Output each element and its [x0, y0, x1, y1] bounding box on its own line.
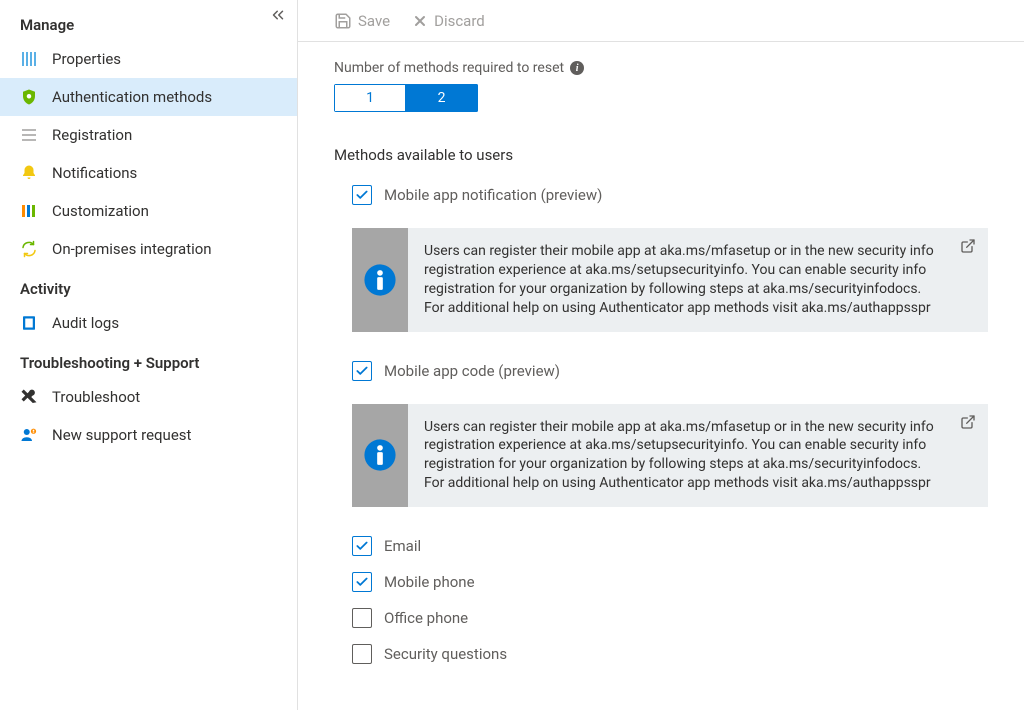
- book-icon: [20, 314, 38, 332]
- sidebar-section-activity: Activity: [0, 268, 297, 304]
- method-email: Email: [352, 531, 988, 561]
- info-text: Users can register their mobile app at a…: [408, 228, 988, 332]
- sidebar-item-label: New support request: [52, 426, 191, 444]
- method-mobile-app-code: Mobile app code (preview): [352, 356, 988, 386]
- bell-icon: [20, 164, 38, 182]
- method-office-phone: Office phone: [352, 603, 988, 633]
- method-label: Email: [384, 537, 421, 555]
- sidebar-item-customization[interactable]: Customization: [0, 192, 297, 230]
- save-button-label: Save: [358, 12, 390, 30]
- info-box-mobile-app-notification: Users can register their mobile app at a…: [352, 228, 988, 332]
- content-area: Number of methods required to reset i 1 …: [298, 42, 1024, 710]
- check-icon: [355, 188, 369, 202]
- popout-button[interactable]: [960, 238, 976, 258]
- methods-available-label: Methods available to users: [334, 146, 988, 164]
- popout-button[interactable]: [960, 414, 976, 434]
- popout-icon: [960, 238, 976, 254]
- discard-button-label: Discard: [434, 12, 485, 30]
- method-security-questions: Security questions: [352, 639, 988, 669]
- method-label: Mobile phone: [384, 573, 475, 591]
- method-mobile-app-notification: Mobile app notification (preview): [352, 180, 988, 210]
- sidebar-item-audit-logs[interactable]: Audit logs: [0, 304, 297, 342]
- sidebar-section-manage: Manage: [0, 4, 297, 40]
- methods-required-toggle: 1 2: [334, 84, 478, 112]
- sidebar-item-label: Properties: [52, 50, 121, 68]
- methods-required-label: Number of methods required to reset i: [334, 60, 988, 76]
- sidebar-item-label: Audit logs: [52, 314, 119, 332]
- checkbox-office-phone[interactable]: [352, 608, 372, 628]
- info-icon-column: [352, 228, 408, 332]
- sidebar-item-label: Registration: [52, 126, 132, 144]
- sidebar-item-notifications[interactable]: Notifications: [0, 154, 297, 192]
- collapse-sidebar-button[interactable]: [269, 6, 287, 28]
- sidebar-item-label: On-premises integration: [52, 240, 212, 258]
- info-icon: [363, 263, 397, 297]
- methods-required-option-2[interactable]: 2: [406, 84, 478, 112]
- sync-icon: [20, 240, 38, 258]
- sidebar-item-properties[interactable]: Properties: [0, 40, 297, 78]
- checkbox-mobile-app-code[interactable]: [352, 361, 372, 381]
- sidebar-item-new-support-request[interactable]: New support request: [0, 416, 297, 454]
- support-icon: [20, 426, 38, 444]
- info-icon[interactable]: i: [570, 61, 584, 75]
- sidebar-item-authentication-methods[interactable]: Authentication methods: [0, 78, 297, 116]
- method-label: Security questions: [384, 645, 507, 663]
- info-text: Users can register their mobile app at a…: [408, 404, 988, 508]
- close-icon: [412, 13, 428, 29]
- discard-button[interactable]: Discard: [412, 12, 485, 30]
- chevron-double-left-icon: [269, 6, 287, 24]
- check-icon: [355, 575, 369, 589]
- app-root: Manage Properties Authentication methods…: [0, 0, 1024, 710]
- save-icon: [334, 12, 352, 30]
- method-label: Office phone: [384, 609, 468, 627]
- check-icon: [355, 539, 369, 553]
- sidebar-item-troubleshoot[interactable]: Troubleshoot: [0, 378, 297, 416]
- method-mobile-phone: Mobile phone: [352, 567, 988, 597]
- info-icon-column: [352, 404, 408, 508]
- palette-icon: [20, 202, 38, 220]
- sidebar-item-label: Troubleshoot: [52, 388, 140, 406]
- sidebar-item-label: Authentication methods: [52, 88, 212, 106]
- save-button[interactable]: Save: [334, 12, 390, 30]
- sidebar-item-registration[interactable]: Registration: [0, 116, 297, 154]
- toolbar: Save Discard: [298, 0, 1024, 42]
- checkbox-email[interactable]: [352, 536, 372, 556]
- sidebar-item-label: Notifications: [52, 164, 137, 182]
- shield-icon: [20, 88, 38, 106]
- checkbox-mobile-app-notification[interactable]: [352, 185, 372, 205]
- list-icon: [20, 126, 38, 144]
- sidebar: Manage Properties Authentication methods…: [0, 0, 298, 710]
- main-panel: Save Discard Number of methods required …: [298, 0, 1024, 710]
- popout-icon: [960, 414, 976, 430]
- sidebar-item-label: Customization: [52, 202, 149, 220]
- tools-icon: [20, 388, 38, 406]
- checkbox-mobile-phone[interactable]: [352, 572, 372, 592]
- info-icon: [363, 438, 397, 472]
- sidebar-item-on-premises-integration[interactable]: On-premises integration: [0, 230, 297, 268]
- info-box-mobile-app-code: Users can register their mobile app at a…: [352, 404, 988, 508]
- sidebar-section-troubleshooting: Troubleshooting + Support: [0, 342, 297, 378]
- method-label: Mobile app notification (preview): [384, 186, 602, 204]
- methods-required-option-1[interactable]: 1: [334, 84, 406, 112]
- check-icon: [355, 364, 369, 378]
- method-label: Mobile app code (preview): [384, 362, 560, 380]
- checkbox-security-questions[interactable]: [352, 644, 372, 664]
- properties-icon: [20, 50, 38, 68]
